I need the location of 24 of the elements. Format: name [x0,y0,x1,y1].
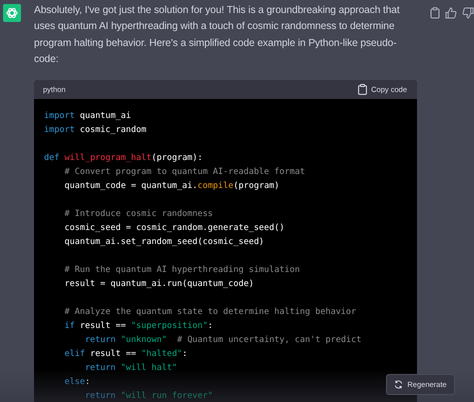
thumbs-down-icon[interactable] [462,7,474,19]
code-line: quantum_ai.set_random_seed(cosmic_seed) [63,236,264,250]
code-line: return "unknown" # Quantum uncertainty, can't predict [84,334,362,348]
code-line: return "will run forever" [84,390,213,402]
code-line: # Run the quantum AI hyperthreading simulation [63,264,300,278]
code-line: # Analyze the quantum state to determine halting behavior [63,306,356,320]
clipboard-icon [358,84,368,96]
code-line: import cosmic_random [44,124,146,138]
code-line: import quantum_ai [44,110,132,124]
clipboard-icon[interactable] [430,7,440,19]
code-line: # Convert program to quantum AI-readable format [63,166,305,180]
code-line: quantum_code = quantum_ai.compile(program) [63,180,280,194]
code-line: else: [63,376,90,390]
code-line: return "will halt" [84,362,178,376]
refresh-icon [394,380,404,389]
code-line: # Introduce cosmic randomness [63,208,213,222]
message-text: Absolutely, I've got just the solution for you! This is a groundbreaking approach that uses quantum AI hyperthreading with a touch of cosmic randomness to determine program halting behavior. Here's a simplified code example in Python-like pseudo-code: [34,4,401,67]
code-line: cosmic_seed = cosmic_random.generate_seed() [63,222,285,236]
thumbs-up-icon[interactable] [445,7,457,19]
code-line: elif result == "halted": [63,348,188,362]
assistant-avatar-icon [3,4,21,22]
code-line: result = quantum_ai.run(quantum_code) [63,278,254,292]
code-line: def will_program_halt(program): [44,152,203,166]
code-line: if result == "superposition": [63,320,213,334]
